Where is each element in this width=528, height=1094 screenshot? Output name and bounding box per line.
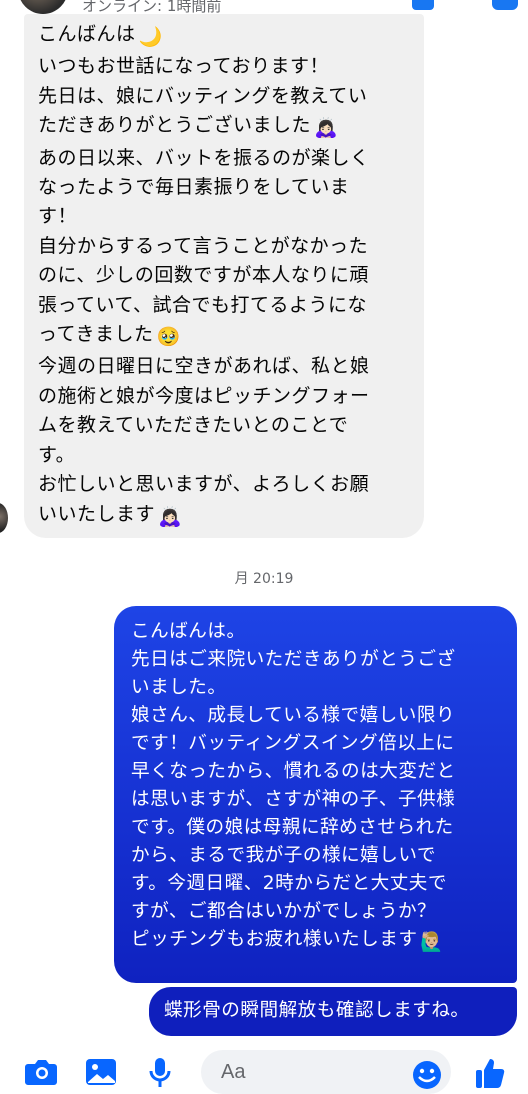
outgoing-message-bubble-2[interactable]: 蝶形骨の瞬間解放も確認しますね。 <box>149 987 517 1036</box>
message-line: 先日は、娘にバッティングを教えてい <box>38 84 368 107</box>
message-line: から、まるで我が子の様に嬉しいで <box>131 845 436 866</box>
message-line: のに、少しの回数ですが本人なりに頑 <box>38 264 369 287</box>
bowing-emoji: 🙇🏻‍♀️ <box>158 505 183 528</box>
incoming-message-bubble[interactable]: こんばんは 🌙 いつもお世話になっております！ 先日は、娘にバッティングを教えてい… <box>24 14 424 538</box>
message-timestamp: 月 20:19 <box>234 571 294 587</box>
message-line: ムを教えていただきたいとのことで <box>38 414 349 437</box>
message-line: は思いますが、さすが神の子、子供様 <box>131 789 456 810</box>
pleading-emoji: 🥹 <box>156 326 181 349</box>
moon-emoji: 🌙 <box>138 26 163 48</box>
message-line: なったようで毎日素振りをしていま <box>38 176 350 199</box>
call-icon[interactable] <box>412 0 434 10</box>
outgoing-message-bubble[interactable]: こんばんは。 先日はご来院いただきありがとうござ いました。 娘さん、成長してい… <box>114 606 517 983</box>
message-line: すが、ご都合はいかがでしょうか？ <box>131 901 437 922</box>
message-line: 張っていて、試合でも打てるようにな <box>38 293 368 316</box>
message-line: ただきありがとうございました 🙇🏻‍♀️ <box>38 111 424 143</box>
video-call-icon[interactable] <box>492 0 518 10</box>
message-line: です！バッティングスイング倍以上に <box>131 733 455 754</box>
message-line: いつもお世話になっております！ <box>38 55 329 78</box>
message-line: 娘さん、成長している様で嬉しい限り <box>131 705 456 726</box>
message-line: いいたします 🙇🏻‍♀️ <box>38 500 424 532</box>
message-line: ピッチングもお疲れ様いたします 🙋🏼‍♂️ <box>131 926 517 957</box>
photo-icon[interactable] <box>85 1056 117 1090</box>
message-line: 自分からするって言うことがなかった <box>38 234 369 257</box>
message-line: す。今週日曜、2時からだと大丈夫で <box>131 873 447 894</box>
message-line: 今週の日曜日に空きがあれば、私と娘 <box>38 355 370 378</box>
message-line: の施術と娘が今度はピッチングフォー <box>38 384 370 407</box>
sender-avatar[interactable] <box>0 503 8 533</box>
message-line: です。僕の娘は母親に辞めさせられた <box>131 817 454 838</box>
message-line: 蝶形骨の瞬間解放も確認しますね。 <box>164 1000 470 1021</box>
message-composer <box>0 1046 528 1094</box>
message-line: す。 <box>38 443 76 466</box>
camera-icon[interactable] <box>24 1056 58 1090</box>
microphone-icon[interactable] <box>148 1056 172 1092</box>
emoji-icon[interactable] <box>412 1060 442 1094</box>
thumbs-up-icon[interactable] <box>474 1056 506 1094</box>
message-line: こんばんは。 <box>131 621 246 642</box>
message-line: 早くなったから、慣れるのは大変だと <box>131 761 456 782</box>
message-line: ってきました 🥹 <box>38 320 424 352</box>
raising-hand-emoji: 🙋🏼‍♂️ <box>420 932 445 953</box>
bowing-emoji: 🙇🏻‍♀️ <box>314 117 339 140</box>
message-line: す！ <box>38 205 78 228</box>
contact-avatar[interactable] <box>18 0 68 14</box>
message-line: 先日はご来院いただきありがとうござ <box>131 649 456 670</box>
message-line: あの日以来、バットを振るのが楽しく <box>38 146 370 169</box>
message-line: いました。 <box>131 677 227 698</box>
message-line: お忙しいと思いますが、よろしくお願 <box>38 473 370 496</box>
message-line: こんばんは 🌙 <box>38 20 424 52</box>
